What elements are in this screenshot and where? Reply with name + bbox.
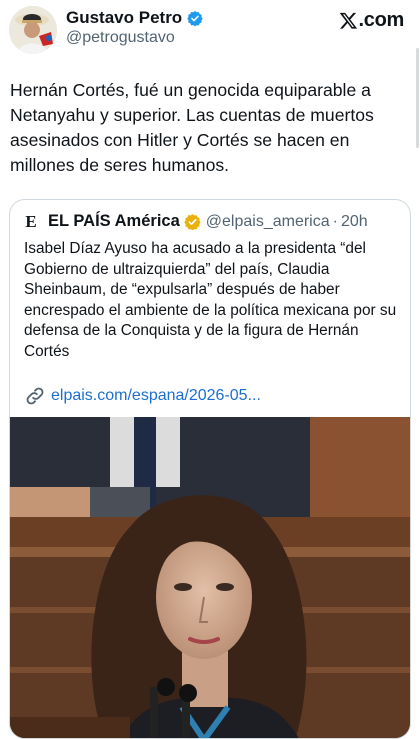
quoted-avatar: E bbox=[25, 211, 37, 231]
author-handle[interactable]: @petrogustavo bbox=[66, 29, 175, 47]
site-label: .com bbox=[358, 9, 405, 31]
gold-verified-badge-icon bbox=[184, 214, 201, 230]
tweet-header: Gustavo Petro @petrogustavo .com bbox=[0, 0, 420, 148]
tweet-text: Hernán Cortés, fué un genocida equiparab… bbox=[10, 80, 374, 175]
quoted-author-handle[interactable]: @elpais_america bbox=[206, 213, 330, 231]
article-link-text[interactable]: elpais.com/espana/2026-05... bbox=[51, 387, 261, 405]
quoted-author-name[interactable]: EL PAÍS América bbox=[48, 212, 180, 231]
quoted-tweet-text: Isabel Díaz Ayuso ha acusado a la presid… bbox=[24, 240, 397, 360]
verified-badge-icon bbox=[187, 11, 203, 26]
avatar[interactable] bbox=[9, 6, 57, 54]
site-brand: .com bbox=[339, 9, 404, 32]
separator-dot: · bbox=[332, 212, 338, 230]
article-link[interactable]: elpais.com/espana/2026-05... bbox=[24, 385, 261, 407]
quoted-tweet[interactable]: E EL PAÍS América @elpais_america · 20h … bbox=[9, 199, 411, 739]
author-name[interactable]: Gustavo Petro bbox=[66, 8, 182, 28]
article-photo[interactable] bbox=[10, 417, 410, 738]
link-icon bbox=[26, 387, 44, 405]
scrollbar[interactable] bbox=[416, 48, 419, 148]
x-logo-icon bbox=[339, 12, 357, 29]
quoted-timestamp[interactable]: 20h bbox=[341, 213, 368, 231]
quoted-tweet-header: E EL PAÍS América @elpais_america · 20h bbox=[22, 211, 368, 231]
